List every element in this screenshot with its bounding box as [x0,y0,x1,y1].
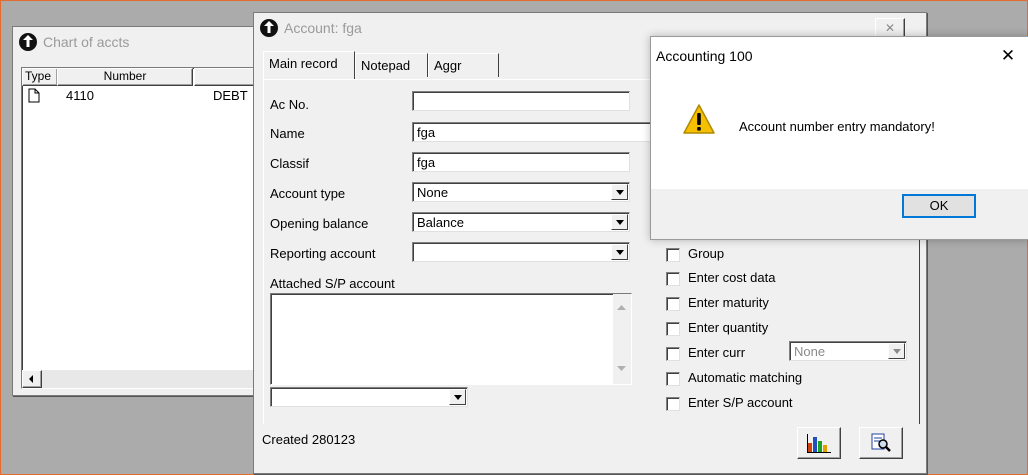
currency-select[interactable]: None [789,341,907,361]
enter-quantity-label: Enter quantity [688,320,769,335]
warning-icon [683,104,715,134]
account-type-select[interactable]: None [412,182,630,202]
chevron-down-icon[interactable] [449,389,466,405]
account-type-value: None [417,185,449,200]
enter-maturity-checkbox[interactable] [666,297,680,311]
ac-no-label: Ac No. [270,97,310,112]
enter-curr-label: Enter curr [688,345,746,360]
enter-cost-data-label: Enter cost data [688,270,776,285]
table-row[interactable]: 4110 DEBT [22,87,270,104]
group-label: Group [688,246,725,261]
name-field[interactable]: fga [412,122,654,142]
ac-no-field[interactable] [412,91,630,111]
column-header-type[interactable]: Type [22,68,58,86]
ok-button[interactable]: OK [902,194,976,218]
document-icon [28,88,40,103]
document-search-icon [871,433,891,452]
opening-balance-select[interactable]: Balance [412,212,630,232]
arrow-left-icon [29,375,33,383]
classif-field[interactable]: fga [412,152,630,172]
tab-notepad[interactable]: Notepad [355,53,428,77]
horizontal-scrollbar[interactable] [22,370,270,388]
account-close-button[interactable]: ✕ [875,18,905,38]
attached-sp-select[interactable] [270,387,468,407]
created-status: Created 280123 [262,432,356,447]
reporting-account-label: Reporting account [270,246,376,261]
account-number: 4110 [66,88,94,103]
account-description: DEBT [213,88,248,103]
name-label: Name [270,126,305,141]
enter-curr-checkbox[interactable] [666,347,680,361]
opening-balance-label: Opening balance [270,216,369,231]
chevron-down-icon[interactable] [611,184,628,200]
account-type-label: Account type [270,186,346,201]
dialog-body: Account number entry mandatory! [651,73,1028,189]
tab-aggr[interactable]: Aggr [428,53,499,77]
arrow-down-icon[interactable] [617,366,626,372]
chart-of-accounts-window: Chart of accts Type Number 4110 DEBT [12,26,274,396]
enter-cost-data-checkbox[interactable] [666,272,680,286]
chart-window-titlebar[interactable]: Chart of accts [13,27,273,57]
reporting-account-select[interactable] [412,242,630,262]
enter-quantity-checkbox[interactable] [666,322,680,336]
attached-sp-list[interactable] [270,293,632,385]
attached-sp-label: Attached S/P account [270,276,395,291]
arrow-up-icon[interactable] [617,304,626,310]
vertical-scrollbar[interactable] [613,294,631,384]
tab-main-record[interactable]: Main record [263,51,355,79]
column-header-number[interactable]: Number [57,68,193,86]
chevron-down-icon[interactable] [611,214,628,230]
account-window-title: Account: fga [284,20,362,36]
search-report-button[interactable] [859,427,903,459]
enter-sp-account-label: Enter S/P account [688,395,793,410]
automatic-matching-checkbox[interactable] [666,372,680,386]
accounts-list[interactable]: Type Number 4110 DEBT [21,67,272,389]
classif-label: Classif [270,156,310,171]
chart-report-button[interactable] [797,427,841,459]
enter-sp-account-checkbox[interactable] [666,397,680,411]
group-checkbox[interactable] [666,248,680,262]
enter-maturity-label: Enter maturity [688,295,769,310]
chevron-down-icon[interactable] [611,244,628,260]
scroll-left-button[interactable] [22,370,42,388]
dialog-message: Account number entry mandatory! [739,119,935,134]
chart-window-title: Chart of accts [43,34,130,50]
dialog-close-button[interactable]: ✕ [989,41,1027,71]
currency-value: None [794,344,826,359]
app-logo-icon [260,19,278,37]
dialog-title: Accounting 100 [656,48,753,64]
automatic-matching-label: Automatic matching [688,370,803,385]
opening-balance-value: Balance [417,215,464,230]
app-logo-icon [19,33,37,51]
chevron-down-icon [888,343,905,359]
bar-chart-icon [807,434,831,453]
alert-dialog: Accounting 100 ✕ Account number entry ma… [650,36,1028,240]
